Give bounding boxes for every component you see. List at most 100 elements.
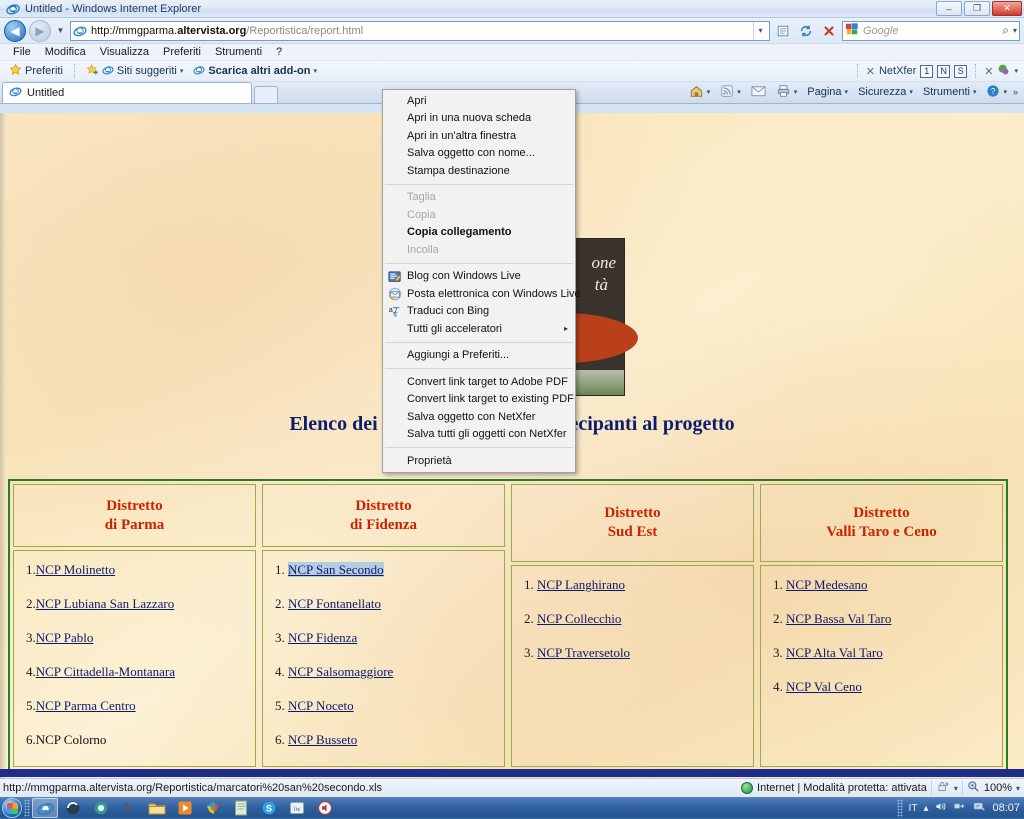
taskbar-item-explorer-folder[interactable]	[144, 798, 170, 818]
context-menu-item-aggiungi-a-preferiti[interactable]: Aggiungi a Preferiti...	[383, 347, 575, 365]
context-menu-item-traduci-con-bing[interactable]: aढ Traduci con Bing	[383, 303, 575, 321]
chevron-down-icon[interactable]: ▾	[794, 88, 798, 96]
chevron-down-icon[interactable]: ▾	[909, 88, 913, 96]
zoom-level-label[interactable]: 100%	[984, 782, 1012, 794]
list-item[interactable]: 2. NCP Collecchio	[524, 611, 753, 627]
start-button[interactable]	[2, 798, 22, 818]
context-menu-item-stampa-destinazione[interactable]: Stampa destinazione	[383, 162, 575, 180]
list-item[interactable]: 2.NCP Lubiana San Lazzaro	[26, 596, 255, 612]
list-item[interactable]: 4. NCP Salsomaggiore	[275, 664, 504, 680]
menu-file[interactable]: File	[6, 45, 38, 59]
list-item[interactable]: 3. NCP Fidenza	[275, 630, 504, 646]
chevron-down-icon[interactable]: ▾	[1014, 67, 1018, 75]
volume-icon[interactable]	[934, 800, 947, 816]
refresh-button[interactable]	[796, 21, 816, 41]
ncp-link[interactable]: NCP Parma Centro	[36, 698, 136, 713]
menu-visualizza[interactable]: Visualizza	[93, 45, 156, 59]
context-menu-item-proprieta[interactable]: Proprietà	[383, 452, 575, 470]
page-menu-button[interactable]: Pagina ▾	[803, 85, 852, 99]
network-icon[interactable]	[953, 800, 966, 816]
ncp-link[interactable]: NCP San Secondo	[288, 562, 384, 577]
list-item[interactable]: 2. NCP Bassa Val Taro	[773, 611, 1002, 627]
context-menu-item-apri-altra-finestra[interactable]: Apri in un'altra finestra	[383, 127, 575, 145]
toolbar-close-icon[interactable]: ✕	[984, 65, 993, 78]
netxfer-button-n[interactable]: N	[937, 64, 951, 78]
list-item[interactable]: 1. NCP San Secondo	[275, 562, 504, 578]
show-hidden-icons-icon[interactable]: ▴	[923, 803, 928, 814]
taskbar-item-iw-app[interactable]: iw	[284, 798, 310, 818]
zoom-dropdown-icon[interactable]: ▾	[1016, 784, 1020, 793]
ncp-link[interactable]: NCP Collecchio	[537, 611, 621, 626]
taskbar-item-notepad-app[interactable]	[228, 798, 254, 818]
search-go-icon[interactable]: ⌕	[1002, 23, 1009, 38]
taskbar-grip[interactable]	[24, 799, 30, 817]
menu-help[interactable]: ?	[269, 45, 289, 59]
taskbar-item-media-player[interactable]	[172, 798, 198, 818]
taskbar-item-firefox-browser[interactable]	[88, 798, 114, 818]
list-item[interactable]: 6. NCP Busseto	[275, 732, 504, 748]
list-item[interactable]: 4.NCP Cittadella-Montanara	[26, 664, 255, 680]
menu-preferiti[interactable]: Preferiti	[156, 45, 208, 59]
context-menu-item-convert-to-adobe-pdf[interactable]: Convert link target to Adobe PDF	[383, 373, 575, 391]
menu-modifica[interactable]: Modifica	[38, 45, 93, 59]
address-dropdown-icon[interactable]: ▾	[753, 21, 767, 40]
chevron-down-icon[interactable]: ▾	[973, 88, 977, 96]
netxfer-button-s[interactable]: S	[954, 64, 968, 78]
context-menu-item-blog-windows-live[interactable]: Blog con Windows Live	[383, 268, 575, 286]
address-input[interactable]: http://mmgparma.altervista.org/Reportist…	[70, 20, 770, 41]
list-item[interactable]: 3. NCP Alta Val Taro	[773, 645, 1002, 661]
context-menu-item-posta-windows-live[interactable]: Posta elettronica con Windows Live	[383, 285, 581, 303]
list-item[interactable]: 3. NCP Traversetolo	[524, 645, 753, 661]
ncp-link[interactable]: NCP Lubiana San Lazzaro	[36, 596, 175, 611]
ncp-link[interactable]: NCP Bassa Val Taro	[786, 611, 891, 626]
taskbar-item-paint-app[interactable]	[200, 798, 226, 818]
ncp-link[interactable]: NCP Molinetto	[36, 562, 115, 577]
ncp-link[interactable]: NCP Traversetolo	[537, 645, 630, 660]
taskbar-clock[interactable]: 08:07	[992, 802, 1020, 814]
context-menu[interactable]: Apri Apri in una nuova scheda Apri in un…	[382, 89, 581, 473]
list-item[interactable]: 5. NCP Noceto	[275, 698, 504, 714]
recent-pages-dropdown-icon[interactable]: ▼	[54, 20, 67, 42]
list-item[interactable]: 3.NCP Pablo	[26, 630, 255, 646]
ncp-link[interactable]: NCP Cittadella-Montanara	[36, 664, 175, 679]
context-menu-item-copia-collegamento[interactable]: Copia collegamento	[383, 224, 575, 242]
ncp-link[interactable]: NCP Val Ceno	[786, 679, 862, 694]
chevron-down-icon[interactable]: ▾	[180, 67, 184, 75]
forward-button[interactable]: ▶	[29, 19, 51, 42]
close-button[interactable]: ✕	[992, 1, 1022, 16]
ncp-link[interactable]: NCP Medesano	[786, 577, 868, 592]
context-menu-item-salva-tutti-netxfer[interactable]: Salva tutti gli oggetti con NetXfer	[383, 426, 575, 444]
taskbar-item-internet-explorer[interactable]	[32, 798, 58, 818]
context-menu-item-convert-to-existing-pdf[interactable]: Convert link target to existing PDF	[383, 391, 575, 409]
list-item[interactable]: 1. NCP Medesano	[773, 577, 1002, 593]
ncp-link[interactable]: NCP Busseto	[288, 732, 357, 747]
search-input[interactable]: Google ⌕ ▾	[842, 20, 1020, 41]
list-item[interactable]: 1. NCP Langhirano	[524, 577, 753, 593]
netxfer-button-1[interactable]: 1	[920, 64, 934, 78]
menu-strumenti[interactable]: Strumenti	[208, 45, 269, 59]
zone-dropdown-icon[interactable]: ▾	[954, 784, 958, 793]
context-menu-item-apri-nuova-scheda[interactable]: Apri in una nuova scheda	[383, 110, 575, 128]
compatibility-view-button[interactable]	[773, 21, 793, 41]
read-mail-button[interactable]	[747, 84, 770, 101]
netxfer-close-icon[interactable]: ✕	[866, 65, 875, 78]
ncp-link[interactable]: NCP Fontanellato	[288, 596, 381, 611]
back-button[interactable]: ◀	[4, 19, 26, 42]
ncp-link[interactable]: NCP Noceto	[288, 698, 354, 713]
taskbar-item-media-app[interactable]	[60, 798, 86, 818]
chevron-down-icon[interactable]: ▾	[845, 88, 849, 96]
chevron-down-icon[interactable]: ▾	[707, 88, 711, 96]
tab-untitled[interactable]: Untitled	[2, 82, 252, 103]
ncp-link[interactable]: NCP Salsomaggiore	[288, 664, 393, 679]
ncp-link[interactable]: NCP Fidenza	[288, 630, 357, 645]
context-menu-item-tutti-gli-acceleratori[interactable]: Tutti gli acceleratori ▸	[383, 320, 575, 338]
context-menu-item-salva-oggetto-con-nome[interactable]: Salva oggetto con nome...	[383, 145, 575, 163]
search-provider-dropdown-icon[interactable]: ▾	[1013, 26, 1017, 35]
favbar-item-scarica-addon[interactable]: Scarica altri add-on ▾	[190, 63, 320, 80]
help-menu-button[interactable]: ? ▾	[982, 83, 1011, 102]
list-item[interactable]: 5.NCP Parma Centro	[26, 698, 255, 714]
list-item[interactable]: 2. NCP Fontanellato	[275, 596, 504, 612]
new-tab-button[interactable]	[254, 86, 278, 103]
taskbar-item-sound-app[interactable]	[312, 798, 338, 818]
list-item[interactable]: 4. NCP Val Ceno	[773, 679, 1002, 695]
